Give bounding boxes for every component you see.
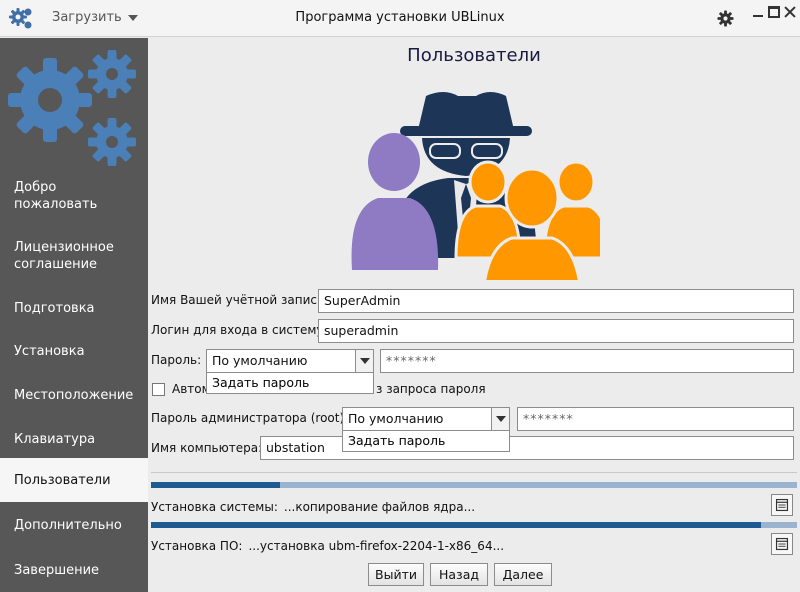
minimize-icon[interactable] bbox=[752, 6, 764, 18]
software-status-row: Установка ПО: ...установка ubm-firefox-22… bbox=[151, 539, 504, 553]
exit-button[interactable]: Выйти bbox=[368, 563, 424, 586]
back-button[interactable]: Назад bbox=[430, 563, 488, 586]
system-status-label: Установка системы: bbox=[151, 500, 278, 514]
sidebar-item-label: Завершение bbox=[14, 562, 100, 578]
system-progress-bar bbox=[151, 482, 797, 488]
sidebar-item-label: Лицензионное соглашение bbox=[14, 240, 114, 272]
password-mode-value: По умолчанию bbox=[212, 353, 308, 368]
page-title: Пользователи bbox=[407, 45, 541, 66]
software-status-label: Установка ПО: bbox=[151, 539, 243, 553]
chevron-down-icon[interactable] bbox=[491, 408, 509, 430]
password-option-set[interactable]: Задать пароль bbox=[206, 372, 374, 394]
root-password-field[interactable]: ******* bbox=[517, 407, 794, 431]
system-log-button[interactable] bbox=[771, 494, 793, 516]
main-content: Пользователи Имя Вашей учётной записи: S… bbox=[148, 38, 800, 592]
login-label: Логин для входа в систему: bbox=[151, 323, 328, 337]
password-mode-select[interactable]: По умолчанию bbox=[206, 349, 374, 373]
next-button[interactable]: Далее bbox=[494, 563, 552, 586]
sidebar-item-label: Установка bbox=[14, 343, 85, 359]
close-icon[interactable] bbox=[784, 6, 796, 18]
hostname-field[interactable]: ubstation bbox=[260, 436, 794, 460]
sidebar-item-welcome[interactable]: Добро пожаловать bbox=[0, 176, 148, 216]
sidebar-item-preparation[interactable]: Подготовка bbox=[0, 297, 148, 319]
sidebar-item-label: Дополнительно bbox=[14, 517, 122, 533]
sidebar-item-installation[interactable]: Установка bbox=[0, 340, 148, 362]
password-field[interactable]: ******* bbox=[380, 349, 794, 373]
sidebar-item-advanced[interactable]: Дополнительно bbox=[0, 514, 148, 536]
sidebar-item-label: Пользователи bbox=[14, 472, 111, 488]
root-password-mode-value: По умолчанию bbox=[348, 411, 444, 426]
maximize-icon[interactable] bbox=[768, 6, 780, 18]
autologin-label-end: з запроса пароля bbox=[376, 382, 486, 396]
root-password-mode-select[interactable]: По умолчанию bbox=[342, 407, 510, 431]
sidebar-item-location[interactable]: Местоположение bbox=[0, 384, 148, 406]
account-name-label: Имя Вашей учётной записи: bbox=[151, 293, 329, 307]
sidebar-item-label: Подготовка bbox=[14, 300, 95, 316]
sidebar-item-keyboard[interactable]: Клавиатура bbox=[0, 428, 148, 450]
sidebar-item-label: Клавиатура bbox=[14, 431, 96, 447]
sidebar-item-finish[interactable]: Завершение bbox=[0, 559, 148, 581]
title-bar: Загрузить Программа установки UBLinux bbox=[0, 0, 800, 37]
gears-logo-icon bbox=[8, 50, 136, 166]
sidebar-item-label: Местоположение bbox=[14, 387, 134, 403]
gear-icon[interactable] bbox=[717, 10, 734, 27]
software-status-text: ...установка ubm-firefox-2204-1-x86_64..… bbox=[248, 539, 505, 553]
system-progress-fill bbox=[151, 482, 281, 488]
autologin-label-start: Автом bbox=[172, 382, 211, 396]
hostname-label: Имя компьютера: bbox=[151, 441, 263, 455]
users-illustration-icon bbox=[351, 92, 600, 280]
window-title: Программа установки UBLinux bbox=[295, 10, 505, 25]
root-password-option-set[interactable]: Задать пароль bbox=[342, 430, 510, 452]
sidebar-item-users[interactable]: Пользователи bbox=[0, 458, 148, 502]
window-controls bbox=[752, 6, 796, 18]
root-password-label: Пароль администратора (root): bbox=[151, 411, 349, 425]
divider bbox=[151, 472, 797, 473]
system-status-row: Установка системы: ...копирование файлов … bbox=[151, 500, 475, 514]
login-field[interactable]: superadmin bbox=[318, 319, 794, 343]
software-progress-fill bbox=[151, 522, 762, 528]
chevron-down-icon[interactable] bbox=[355, 350, 373, 372]
account-name-field[interactable]: SuperAdmin bbox=[318, 289, 794, 313]
sidebar-item-label: Добро пожаловать bbox=[14, 180, 98, 212]
software-progress-bar bbox=[151, 522, 797, 528]
autologin-checkbox[interactable] bbox=[152, 383, 165, 396]
sidebar: Добро пожаловать Лицензионное соглашение… bbox=[0, 38, 148, 592]
software-log-button[interactable] bbox=[771, 533, 793, 555]
sidebar-item-license[interactable]: Лицензионное соглашение bbox=[0, 236, 148, 276]
system-status-text: ...копирование файлов ядра... bbox=[283, 500, 476, 514]
password-label: Пароль: bbox=[151, 353, 202, 367]
